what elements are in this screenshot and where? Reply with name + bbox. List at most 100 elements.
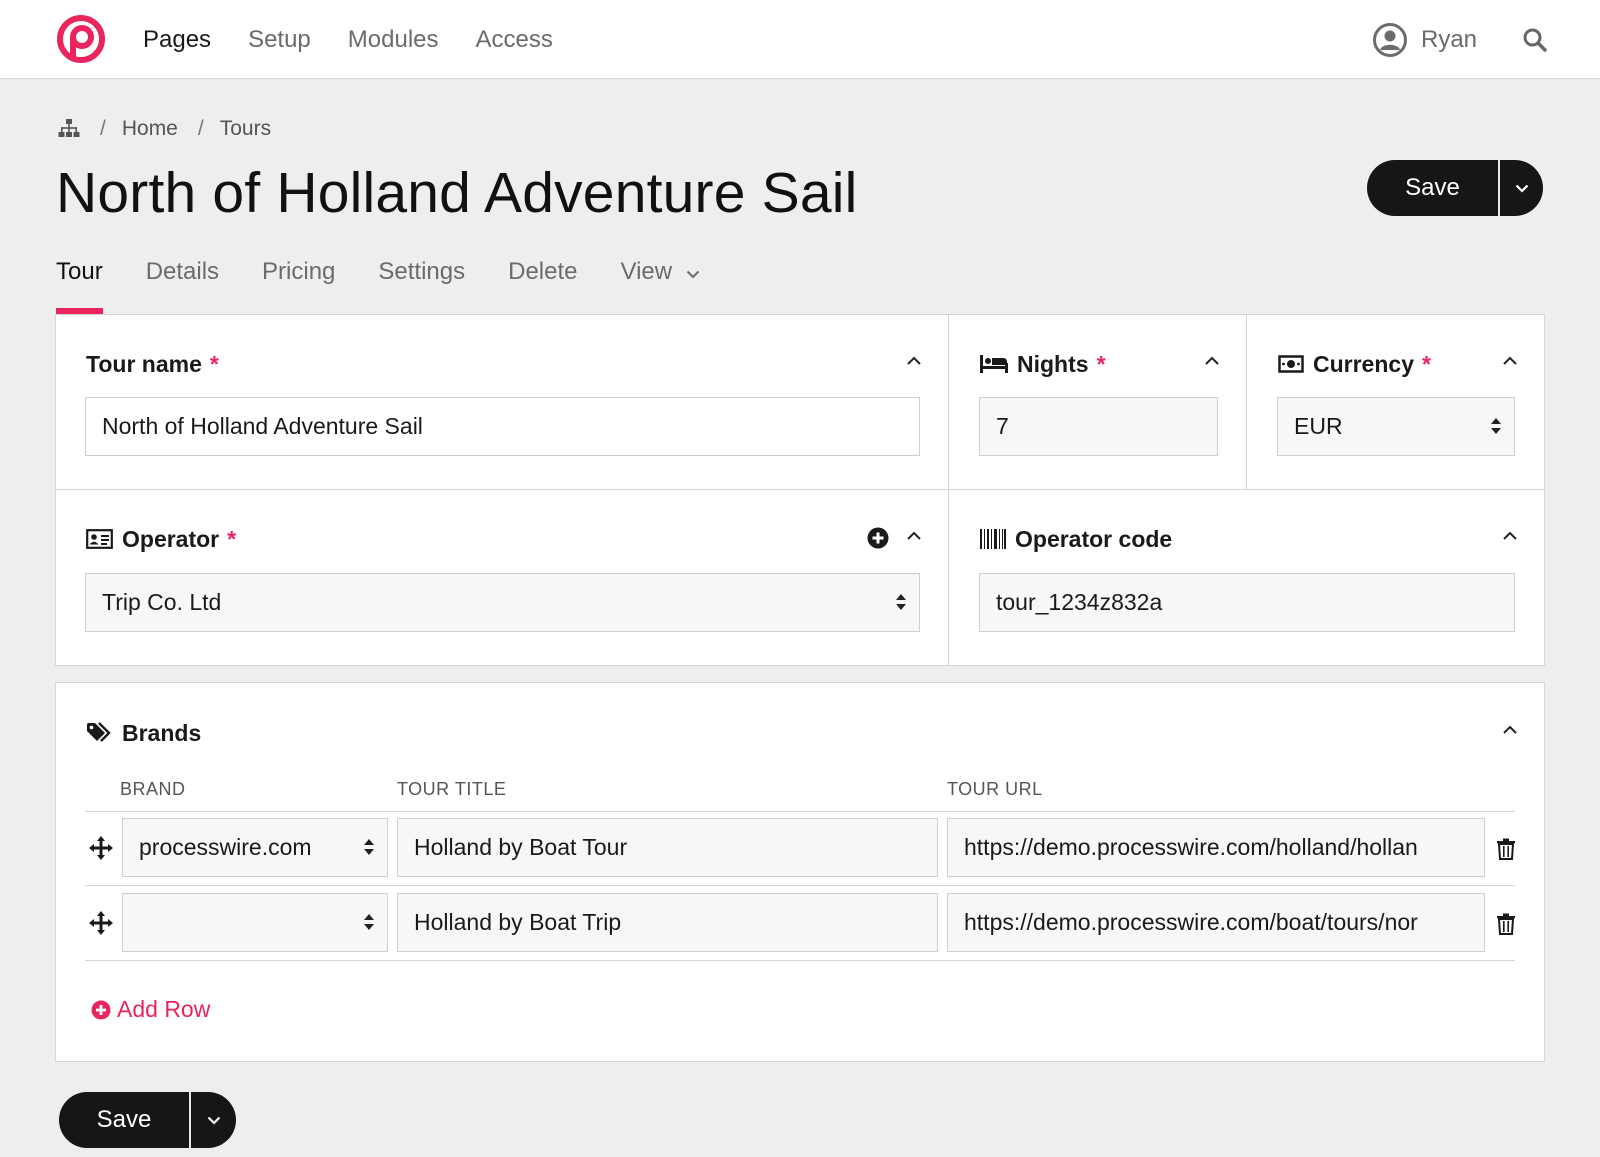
required-marker: *	[1421, 350, 1431, 377]
nav-pages[interactable]: Pages	[143, 26, 211, 54]
page-title: North of Holland Adventure Sail	[56, 161, 858, 225]
button-divider	[189, 1092, 191, 1148]
tab-label: View	[620, 258, 673, 285]
nav-modules[interactable]: Modules	[348, 26, 439, 54]
divider	[1246, 314, 1247, 489]
tour-url-input[interactable]: https://demo.processwire.com/boat/tours/…	[947, 893, 1485, 952]
operator-select[interactable]: Trip Co. Ltd	[85, 573, 920, 632]
chevron-up-icon[interactable]	[1500, 354, 1520, 368]
chevron-up-icon[interactable]	[904, 529, 924, 543]
bed-icon	[980, 355, 1008, 373]
nights-input[interactable]: 7	[979, 397, 1218, 456]
operator-code-input[interactable]: tour_1234z832a	[979, 573, 1515, 632]
processwire-logo[interactable]	[56, 14, 106, 64]
column-header-tour-title: TOUR TITLE	[397, 779, 507, 799]
operator-value: Trip Co. Ltd	[102, 589, 222, 615]
select-arrows-icon	[896, 594, 906, 610]
tour-name-input[interactable]: North of Holland Adventure Sail	[85, 397, 920, 456]
required-marker: *	[1096, 350, 1106, 377]
add-row-link[interactable]: Add Row	[91, 996, 210, 1023]
label-text: Currency	[1313, 350, 1414, 377]
save-button[interactable]: Save	[1367, 160, 1498, 216]
nav-access[interactable]: Access	[476, 26, 553, 54]
table-header-rule	[85, 811, 1515, 812]
breadcrumb-tours[interactable]: Tours	[220, 117, 271, 141]
nights-label: Nights *	[980, 348, 1106, 380]
arrows-move-icon[interactable]	[88, 835, 114, 861]
nav-setup[interactable]: Setup	[248, 26, 311, 54]
trash-icon[interactable]	[1496, 913, 1516, 935]
currency-select[interactable]: EUR	[1277, 397, 1515, 456]
id-card-icon	[86, 529, 113, 549]
save-options-button[interactable]	[191, 1092, 236, 1148]
breadcrumb-separator: /	[197, 117, 204, 140]
divider	[55, 489, 1545, 490]
tab-delete[interactable]: Delete	[508, 250, 577, 314]
save-options-button[interactable]	[1500, 160, 1543, 216]
row-divider	[85, 885, 1515, 886]
operator-code-label: Operator code	[980, 523, 1172, 555]
tour-name-label: Tour name *	[86, 348, 219, 380]
label-text: Tour name	[86, 350, 202, 377]
label-text: Operator code	[1015, 525, 1173, 552]
breadcrumb: / Home / Tours	[58, 113, 271, 145]
trash-icon[interactable]	[1496, 838, 1516, 860]
breadcrumb-separator: /	[100, 117, 106, 140]
currency-value: EUR	[1294, 413, 1343, 439]
currency-label: Currency *	[1278, 348, 1431, 380]
brand-select[interactable]	[122, 893, 388, 952]
money-icon	[1278, 355, 1304, 373]
chevron-down-icon	[686, 270, 700, 279]
tab-label: Pricing	[262, 258, 336, 285]
tab-pricing[interactable]: Pricing	[262, 250, 335, 314]
chevron-up-icon[interactable]	[1500, 529, 1520, 543]
tour-url-input[interactable]: https://demo.processwire.com/holland/hol…	[947, 818, 1485, 877]
brand-value: processwire.com	[139, 834, 312, 860]
arrows-move-icon[interactable]	[88, 910, 114, 936]
chevron-up-icon[interactable]	[904, 354, 924, 368]
user-name: Ryan	[1421, 26, 1478, 53]
barcode-icon	[980, 529, 1006, 549]
search-icon[interactable]	[1522, 27, 1548, 53]
divider	[948, 314, 949, 666]
select-arrows-icon	[1491, 418, 1501, 434]
page-tabs: Tour Details Pricing Settings Delete Vie…	[56, 250, 743, 314]
required-marker: *	[209, 350, 219, 377]
select-arrows-icon	[364, 914, 374, 930]
tab-tour[interactable]: Tour	[56, 250, 103, 314]
label-text: Brands	[122, 719, 202, 746]
select-arrows-icon	[364, 839, 374, 855]
user-menu[interactable]: Ryan	[1373, 20, 1477, 60]
tags-icon	[86, 722, 113, 744]
tour-title-input[interactable]: Holland by Boat Trip	[397, 893, 938, 952]
label-text: Operator	[122, 525, 220, 552]
tab-label: Details	[145, 258, 220, 285]
top-bar: Pages Setup Modules Access Ryan	[0, 0, 1600, 79]
tab-details[interactable]: Details	[146, 250, 219, 314]
chevron-up-icon[interactable]	[1202, 354, 1222, 368]
chevron-down-icon	[207, 1116, 220, 1125]
operator-label: Operator *	[86, 523, 236, 555]
row-divider	[85, 960, 1515, 961]
brand-select[interactable]: processwire.com	[122, 818, 388, 877]
required-marker: *	[227, 525, 237, 552]
tour-title-input[interactable]: Holland by Boat Tour	[397, 818, 938, 877]
save-button[interactable]: Save	[59, 1092, 189, 1148]
chevron-down-icon	[1515, 184, 1528, 193]
plus-circle-icon[interactable]	[867, 527, 889, 549]
tab-settings[interactable]: Settings	[378, 250, 465, 314]
plus-circle-icon	[91, 1000, 111, 1020]
breadcrumb-home[interactable]: Home	[122, 117, 178, 141]
brands-label: Brands	[86, 717, 201, 749]
chevron-up-icon[interactable]	[1500, 723, 1520, 737]
tab-label: Delete	[508, 258, 578, 285]
column-header-tour-url: TOUR URL	[947, 779, 1043, 799]
tab-label: Tour	[56, 258, 103, 285]
sitemap-icon[interactable]	[58, 119, 80, 139]
tab-view[interactable]: View	[621, 250, 701, 314]
save-split-button-bottom: Save	[59, 1092, 236, 1148]
button-divider	[1498, 160, 1500, 216]
save-split-button-top: Save	[1367, 160, 1543, 216]
label-text: Nights	[1017, 350, 1089, 377]
column-header-brand: BRAND	[120, 779, 186, 799]
